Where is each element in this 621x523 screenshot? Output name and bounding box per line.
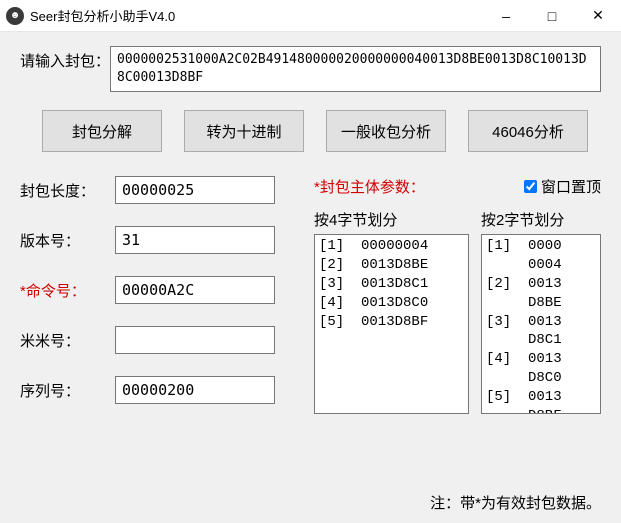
topmost-label: 窗口置顶	[541, 176, 601, 197]
app-icon: ☻	[6, 7, 24, 25]
params-header: *封包主体参数： 窗口置顶	[314, 176, 601, 197]
command-field[interactable]	[115, 276, 275, 304]
to-decimal-button[interactable]: 转为十进制	[184, 110, 304, 152]
lower-area: 封包长度： 版本号： *命令号： 米米号： 序列号： *封包主体参数	[20, 176, 601, 426]
by4-listbox[interactable]: [1] 00000004 [2] 0013D8BE [3] 0013D8C1 […	[314, 234, 469, 414]
params-column: *封包主体参数： 窗口置顶 按4字节划分 [1] 00000004 [2] 00…	[314, 176, 601, 426]
length-label: 封包长度：	[20, 180, 115, 201]
window-controls: – □ ✕	[483, 0, 621, 31]
by2-listbox[interactable]: [1] 0000 0004 [2] 0013 D8BE [3] 0013 D8C…	[481, 234, 601, 414]
input-row: 请输入封包：	[20, 46, 601, 92]
mimi-field[interactable]	[115, 326, 275, 354]
footnote: 注：带*为有效封包数据。	[430, 492, 601, 513]
button-row: 封包分解 转为十进制 一般收包分析 46046分析	[42, 110, 601, 152]
length-row: 封包长度：	[20, 176, 300, 204]
analyze-46046-button[interactable]: 46046分析	[468, 110, 588, 152]
maximize-button[interactable]: □	[529, 0, 575, 31]
by4-group: 按4字节划分 [1] 00000004 [2] 0013D8BE [3] 001…	[314, 209, 469, 414]
by2-title: 按2字节划分	[481, 209, 601, 230]
close-button[interactable]: ✕	[575, 0, 621, 31]
input-label: 请输入封包：	[20, 46, 110, 71]
topmost-checkbox-wrap[interactable]: 窗口置顶	[520, 176, 601, 197]
by4-title: 按4字节划分	[314, 209, 469, 230]
command-label: *命令号：	[20, 280, 115, 301]
window-title: Seer封包分析小助手V4.0	[30, 6, 483, 25]
params-title: *封包主体参数：	[314, 176, 425, 197]
length-field[interactable]	[115, 176, 275, 204]
version-row: 版本号：	[20, 226, 300, 254]
version-label: 版本号：	[20, 230, 115, 251]
mimi-row: 米米号：	[20, 326, 300, 354]
minimize-button[interactable]: –	[483, 0, 529, 31]
serial-field[interactable]	[115, 376, 275, 404]
serial-row: 序列号：	[20, 376, 300, 404]
topmost-checkbox[interactable]	[524, 180, 537, 193]
by2-group: 按2字节划分 [1] 0000 0004 [2] 0013 D8BE [3] 0…	[481, 209, 601, 414]
packet-input[interactable]	[110, 46, 601, 92]
client-area: 请输入封包： 封包分解 转为十进制 一般收包分析 46046分析 封包长度： 版…	[0, 32, 621, 523]
titlebar: ☻ Seer封包分析小助手V4.0 – □ ✕	[0, 0, 621, 32]
serial-label: 序列号：	[20, 380, 115, 401]
lists-row: 按4字节划分 [1] 00000004 [2] 0013D8BE [3] 001…	[314, 209, 601, 414]
general-recv-button[interactable]: 一般收包分析	[326, 110, 446, 152]
command-row: *命令号：	[20, 276, 300, 304]
mimi-label: 米米号：	[20, 330, 115, 351]
decompose-button[interactable]: 封包分解	[42, 110, 162, 152]
fields-column: 封包长度： 版本号： *命令号： 米米号： 序列号：	[20, 176, 300, 426]
version-field[interactable]	[115, 226, 275, 254]
